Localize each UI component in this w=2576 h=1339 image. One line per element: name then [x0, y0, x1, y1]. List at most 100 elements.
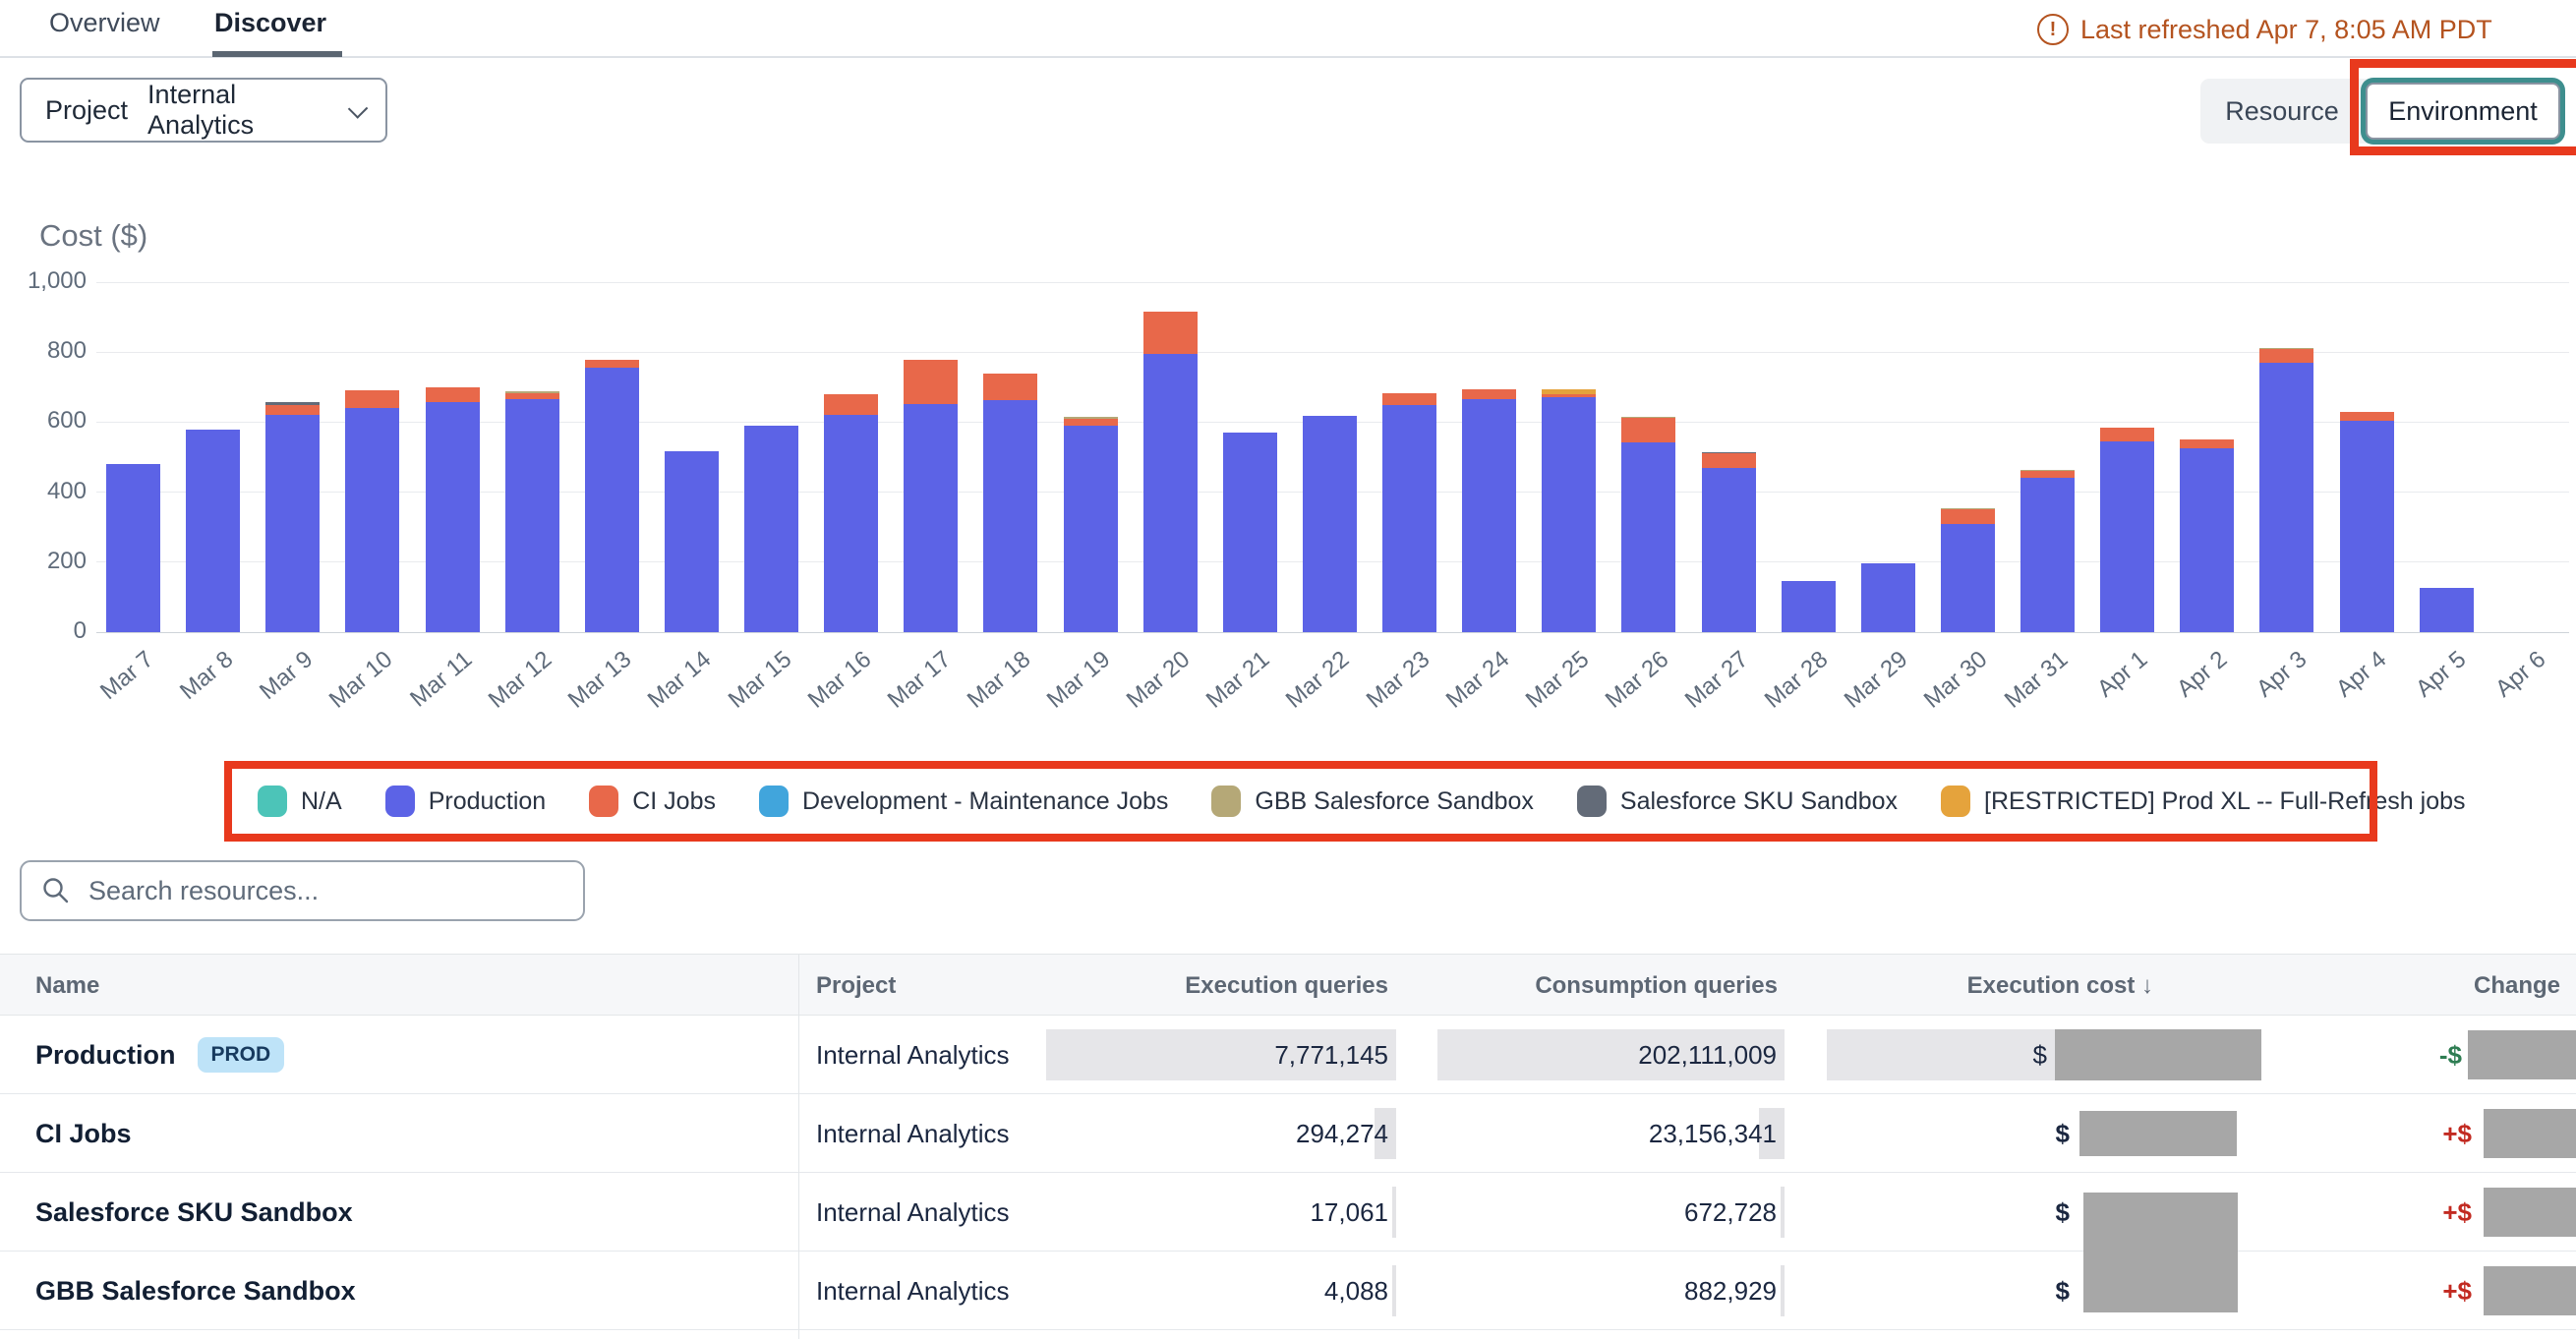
- consumption-queries: 672,728: [1684, 1197, 1777, 1228]
- bar-segment[interactable]: [1782, 581, 1836, 632]
- bar-segment[interactable]: [2180, 448, 2234, 632]
- column-header-execution-cost[interactable]: Execution cost ↓: [1829, 955, 2153, 1017]
- bar-segment[interactable]: [1143, 312, 1198, 354]
- y-axis-tick: 1,000: [8, 267, 87, 295]
- bar-segment[interactable]: [426, 402, 480, 632]
- bar-segment[interactable]: [824, 415, 878, 632]
- x-axis-tick: Apr 5: [2411, 646, 2472, 703]
- bar-segment[interactable]: [2020, 471, 2075, 478]
- x-axis-tick: Mar 15: [723, 646, 796, 714]
- execution-queries: 4,088: [1324, 1276, 1388, 1307]
- bar-segment[interactable]: [505, 391, 559, 392]
- bar-segment[interactable]: [265, 405, 320, 416]
- column-header-change[interactable]: Change: [2360, 955, 2560, 1017]
- bar-segment[interactable]: [2340, 421, 2394, 632]
- cell-highlight-remnant: [1781, 1265, 1785, 1316]
- bar-segment[interactable]: [1861, 563, 1915, 632]
- bar-segment[interactable]: [983, 400, 1037, 632]
- bar-segment[interactable]: [1941, 508, 1995, 509]
- legend-item[interactable]: CI Jobs: [589, 786, 716, 817]
- bar-segment[interactable]: [1702, 468, 1756, 632]
- legend-item[interactable]: Production: [385, 786, 547, 817]
- bar-segment[interactable]: [106, 464, 160, 632]
- bar-segment[interactable]: [265, 402, 320, 404]
- bar-segment[interactable]: [2420, 588, 2474, 632]
- column-header-consumption-queries[interactable]: Consumption queries: [1380, 955, 1778, 1017]
- bar-segment[interactable]: [2020, 470, 2075, 471]
- bar-segment[interactable]: [345, 408, 399, 632]
- legend-item[interactable]: N/A: [258, 786, 342, 817]
- bar-segment[interactable]: [1064, 419, 1118, 426]
- search-input[interactable]: [87, 875, 563, 907]
- bar-segment[interactable]: [2259, 349, 2313, 363]
- search-box[interactable]: [20, 860, 585, 921]
- bar-segment[interactable]: [1064, 417, 1118, 418]
- bar-segment[interactable]: [2259, 363, 2313, 632]
- bar-segment[interactable]: [1702, 452, 1756, 453]
- x-axis-tick: Mar 24: [1440, 646, 1514, 714]
- resource-name: Production: [35, 1040, 176, 1071]
- bar-segment[interactable]: [904, 360, 958, 404]
- legend-color-chip: [1211, 786, 1241, 817]
- project-filter-dropdown[interactable]: Project Internal Analytics: [20, 78, 387, 143]
- x-axis-tick: Mar 20: [1122, 646, 1196, 714]
- bar-segment[interactable]: [1621, 442, 1675, 632]
- bar-segment[interactable]: [665, 451, 719, 632]
- table-row[interactable]: ProductionPRODInternal Analytics7,771,14…: [0, 1016, 2576, 1094]
- bar-segment[interactable]: [1542, 397, 1596, 632]
- bar-segment[interactable]: [1462, 399, 1516, 632]
- bar-segment[interactable]: [186, 430, 240, 632]
- bar-segment[interactable]: [904, 404, 958, 632]
- bar-segment[interactable]: [1621, 418, 1675, 442]
- bar-segment[interactable]: [1223, 433, 1277, 632]
- column-header-execution-queries[interactable]: Execution queries: [991, 955, 1388, 1017]
- table-row[interactable]: CI JobsInternal Analytics294,27423,156,3…: [0, 1094, 2576, 1173]
- bar-segment[interactable]: [1941, 509, 1995, 524]
- bar-segment[interactable]: [1542, 389, 1596, 394]
- bar-segment[interactable]: [505, 399, 559, 632]
- consumption-queries: 23,156,341: [1649, 1119, 1777, 1149]
- bar-segment[interactable]: [2100, 441, 2154, 632]
- bar-segment[interactable]: [1382, 405, 1436, 632]
- bar-segment[interactable]: [1462, 389, 1516, 400]
- x-axis-tick: Mar 27: [1680, 646, 1754, 714]
- legend-color-chip: [1577, 786, 1607, 817]
- name-cell: Salesforce SKU Sandbox: [35, 1173, 763, 1252]
- bar-segment[interactable]: [2180, 439, 2234, 449]
- execution-cost-cell: $: [1976, 1252, 2070, 1330]
- legend-item[interactable]: Salesforce SKU Sandbox: [1577, 786, 1898, 817]
- bar-segment[interactable]: [505, 393, 559, 399]
- resource-name: Salesforce SKU Sandbox: [35, 1197, 353, 1228]
- bar-segment[interactable]: [1941, 524, 1995, 632]
- bar-segment[interactable]: [1303, 416, 1357, 632]
- bar-segment[interactable]: [1621, 417, 1675, 418]
- bar-segment[interactable]: [824, 394, 878, 414]
- bar-segment[interactable]: [1143, 354, 1198, 632]
- bar-segment[interactable]: [2100, 428, 2154, 441]
- resource-toggle-button[interactable]: Resource: [2200, 79, 2364, 144]
- x-axis-tick: Apr 6: [2490, 646, 2551, 703]
- bar-segment[interactable]: [2340, 412, 2394, 421]
- last-refreshed-text: Last refreshed Apr 7, 8:05 AM PDT: [2080, 15, 2492, 45]
- bar-segment[interactable]: [2020, 478, 2075, 632]
- execution-queries-cell: 17,061: [1046, 1173, 1396, 1252]
- environment-toggle-button[interactable]: Environment: [2366, 83, 2560, 140]
- legend-item[interactable]: Development - Maintenance Jobs: [759, 786, 1168, 817]
- bar-segment[interactable]: [1382, 393, 1436, 405]
- column-header-name[interactable]: Name: [35, 955, 448, 1017]
- legend-item[interactable]: GBB Salesforce Sandbox: [1211, 786, 1534, 817]
- tab-discover[interactable]: Discover: [214, 8, 326, 38]
- bar-segment[interactable]: [585, 368, 639, 632]
- bar-segment[interactable]: [983, 374, 1037, 400]
- bar-segment[interactable]: [345, 390, 399, 409]
- legend-item[interactable]: [RESTRICTED] Prod XL -- Full-Refresh job…: [1941, 786, 2465, 817]
- bar-segment[interactable]: [1064, 426, 1118, 632]
- bar-segment[interactable]: [1542, 394, 1596, 397]
- bar-segment[interactable]: [1702, 453, 1756, 468]
- bar-segment[interactable]: [585, 360, 639, 368]
- bar-segment[interactable]: [265, 415, 320, 632]
- bar-segment[interactable]: [2259, 348, 2313, 349]
- bar-segment[interactable]: [744, 426, 798, 632]
- bar-segment[interactable]: [426, 387, 480, 402]
- tab-overview[interactable]: Overview: [49, 8, 160, 38]
